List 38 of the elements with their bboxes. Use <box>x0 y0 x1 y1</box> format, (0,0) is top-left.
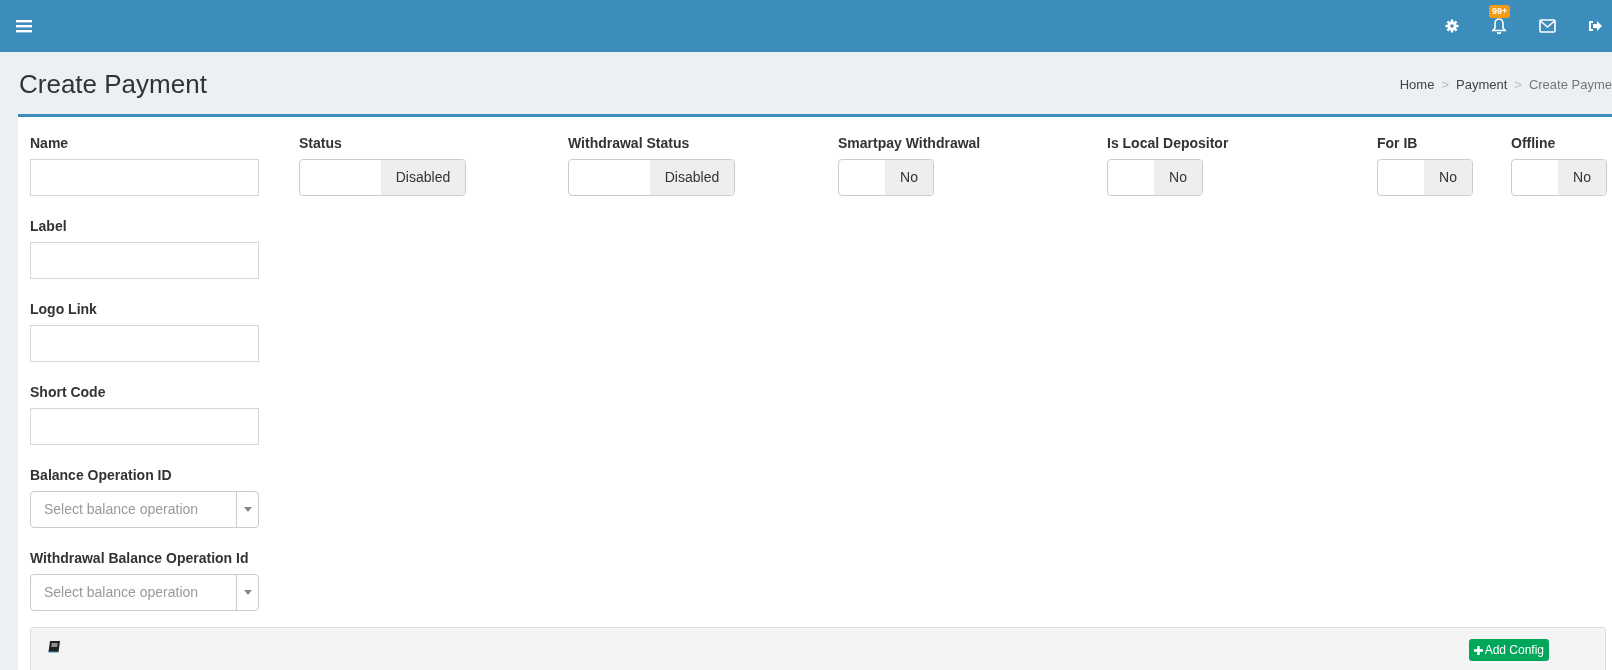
field-label: Offline <box>1511 134 1557 153</box>
bell-icon[interactable] <box>1491 17 1507 35</box>
sign-out-icon[interactable] <box>1588 19 1602 33</box>
field-label: Status <box>299 134 343 153</box>
settings-icon[interactable] <box>1445 19 1459 33</box>
text-field[interactable] <box>30 159 259 196</box>
text-field[interactable] <box>30 242 259 279</box>
field-label: Logo Link <box>30 300 98 319</box>
caret-icon <box>243 590 252 595</box>
envelope-icon[interactable] <box>1539 19 1556 33</box>
field-label: Is Local Depositor <box>1107 134 1230 153</box>
toggle-switch[interactable]: No <box>1107 159 1203 196</box>
notification-badge: 99+ <box>1489 5 1511 18</box>
toggle-switch[interactable]: No <box>1511 159 1607 196</box>
field-label: Short Code <box>30 383 107 402</box>
breadcrumb-separator: > <box>1441 76 1449 95</box>
toggle-switch[interactable]: No <box>1377 159 1473 196</box>
text-field[interactable] <box>30 325 259 362</box>
menu-icon[interactable] <box>16 19 32 33</box>
field-label: Withdrawal Balance Operation Id <box>30 549 250 568</box>
breadcrumb-separator: > <box>1514 76 1522 95</box>
toggle-switch[interactable]: No <box>838 159 934 196</box>
toggle-switch[interactable]: Disabled <box>568 159 735 196</box>
field-label: Smartpay Withdrawal <box>838 134 982 153</box>
field-label: Name <box>30 134 70 153</box>
field-label: Withdrawal Status <box>568 134 691 153</box>
page-title: Create Payment <box>19 67 207 101</box>
breadcrumb-link[interactable]: Home <box>1399 75 1435 95</box>
book-icon <box>47 640 61 654</box>
field-label: Balance Operation ID <box>30 466 173 485</box>
text-field[interactable] <box>30 408 259 445</box>
toggle-switch[interactable]: Disabled <box>299 159 466 196</box>
caret-icon <box>243 507 252 512</box>
breadcrumb-link[interactable]: Payment <box>1456 75 1508 95</box>
field-label: Label <box>30 217 68 236</box>
breadcrumb-current: Create Payme <box>1528 76 1612 95</box>
field-label: For IB <box>1377 134 1419 153</box>
plus-icon <box>1473 645 1483 655</box>
